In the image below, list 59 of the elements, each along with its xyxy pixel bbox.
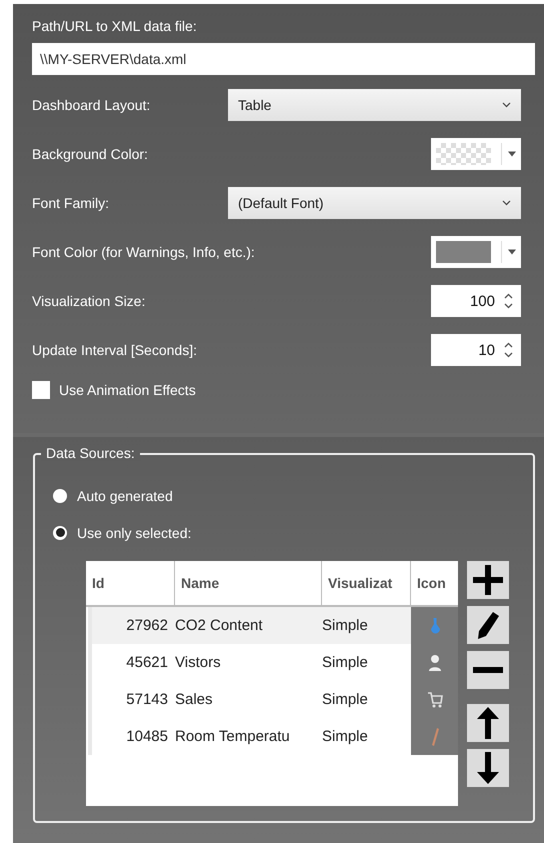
setting-label: Font Family:	[32, 195, 110, 211]
toolbar-button[interactable]	[467, 749, 509, 787]
id-cell-text: 27962	[125, 617, 169, 634]
toolbar-button[interactable]	[467, 651, 509, 689]
arrow-down-icon	[477, 752, 499, 784]
visualization-cell-text: Simple	[322, 654, 369, 671]
path-label: Path/URL to XML data file:	[32, 18, 198, 34]
toolbar-button[interactable]	[467, 561, 509, 599]
name-cell-text: Room Temperatu	[175, 728, 291, 745]
group-title: Data Sources:	[41, 445, 140, 461]
toolbar-button[interactable]	[467, 704, 509, 742]
name-cell-text: Sales	[175, 691, 214, 708]
name-cell-text: CO2 Content	[175, 617, 264, 634]
setting-label: Update Interval [Seconds]:	[32, 342, 198, 358]
plus-icon	[473, 565, 503, 595]
column-header[interactable]: Id	[86, 561, 175, 605]
spin-arrows-icon	[504, 293, 513, 309]
checkbox[interactable]	[32, 381, 50, 399]
color-picker[interactable]	[431, 138, 521, 170]
chevron-down-icon	[502, 102, 511, 108]
visualization-cell-text: Simple	[322, 691, 369, 708]
checkbox-label: Use Animation Effects	[59, 382, 196, 398]
setting-label: Visualization Size:	[32, 293, 146, 309]
color-picker[interactable]	[431, 236, 521, 268]
path-input-field[interactable]: \\MY-SERVER\data.xml	[32, 43, 535, 75]
chevron-down-icon	[502, 200, 511, 206]
id-cell-text: 57143	[125, 691, 169, 708]
spin-arrows-icon	[504, 342, 513, 358]
dropdown[interactable]: Table	[228, 89, 521, 121]
table-row[interactable]: 10485 Room Temperatu Simple	[88, 718, 458, 755]
number-spinner[interactable]: 100	[431, 285, 521, 317]
table-row[interactable]: 27962 CO2 Content Simple	[88, 607, 458, 644]
person-icon	[428, 654, 442, 672]
table-row[interactable]: 57143 Sales Simple	[88, 681, 458, 718]
radio-label: Auto generated	[77, 488, 173, 504]
toolbar-button[interactable]	[467, 606, 509, 644]
number-spinner[interactable]: 10	[431, 334, 521, 366]
id-cell-text: 10485	[125, 728, 169, 745]
setting-label: Dashboard Layout:	[32, 97, 152, 113]
name-cell-text: Vistors	[175, 654, 222, 671]
caret-down-icon	[501, 241, 516, 263]
column-header[interactable]: Visualizat	[322, 561, 411, 605]
radio-button[interactable]	[53, 526, 67, 540]
id-cell-text: 45621	[125, 654, 169, 671]
flask-icon	[428, 616, 440, 634]
caret-down-icon	[501, 143, 516, 165]
column-header[interactable]: Name	[175, 561, 322, 605]
column-header[interactable]: Icon	[411, 561, 458, 605]
setting-label: Font Color (for Warnings, Info, etc.):	[32, 244, 255, 260]
arrow-up-icon	[477, 707, 499, 739]
minus-icon	[473, 667, 503, 673]
dropdown[interactable]: (Default Font)	[228, 187, 521, 219]
visualization-cell-text: Simple	[322, 728, 369, 745]
visualization-cell-text: Simple	[322, 617, 369, 634]
cart-icon	[426, 690, 442, 708]
radio-button[interactable]	[53, 488, 67, 502]
setting-label: Background Color:	[32, 146, 149, 162]
radio-label: Use only selected:	[77, 524, 192, 540]
table-row[interactable]: 45621 Vistors Simple	[88, 644, 458, 681]
